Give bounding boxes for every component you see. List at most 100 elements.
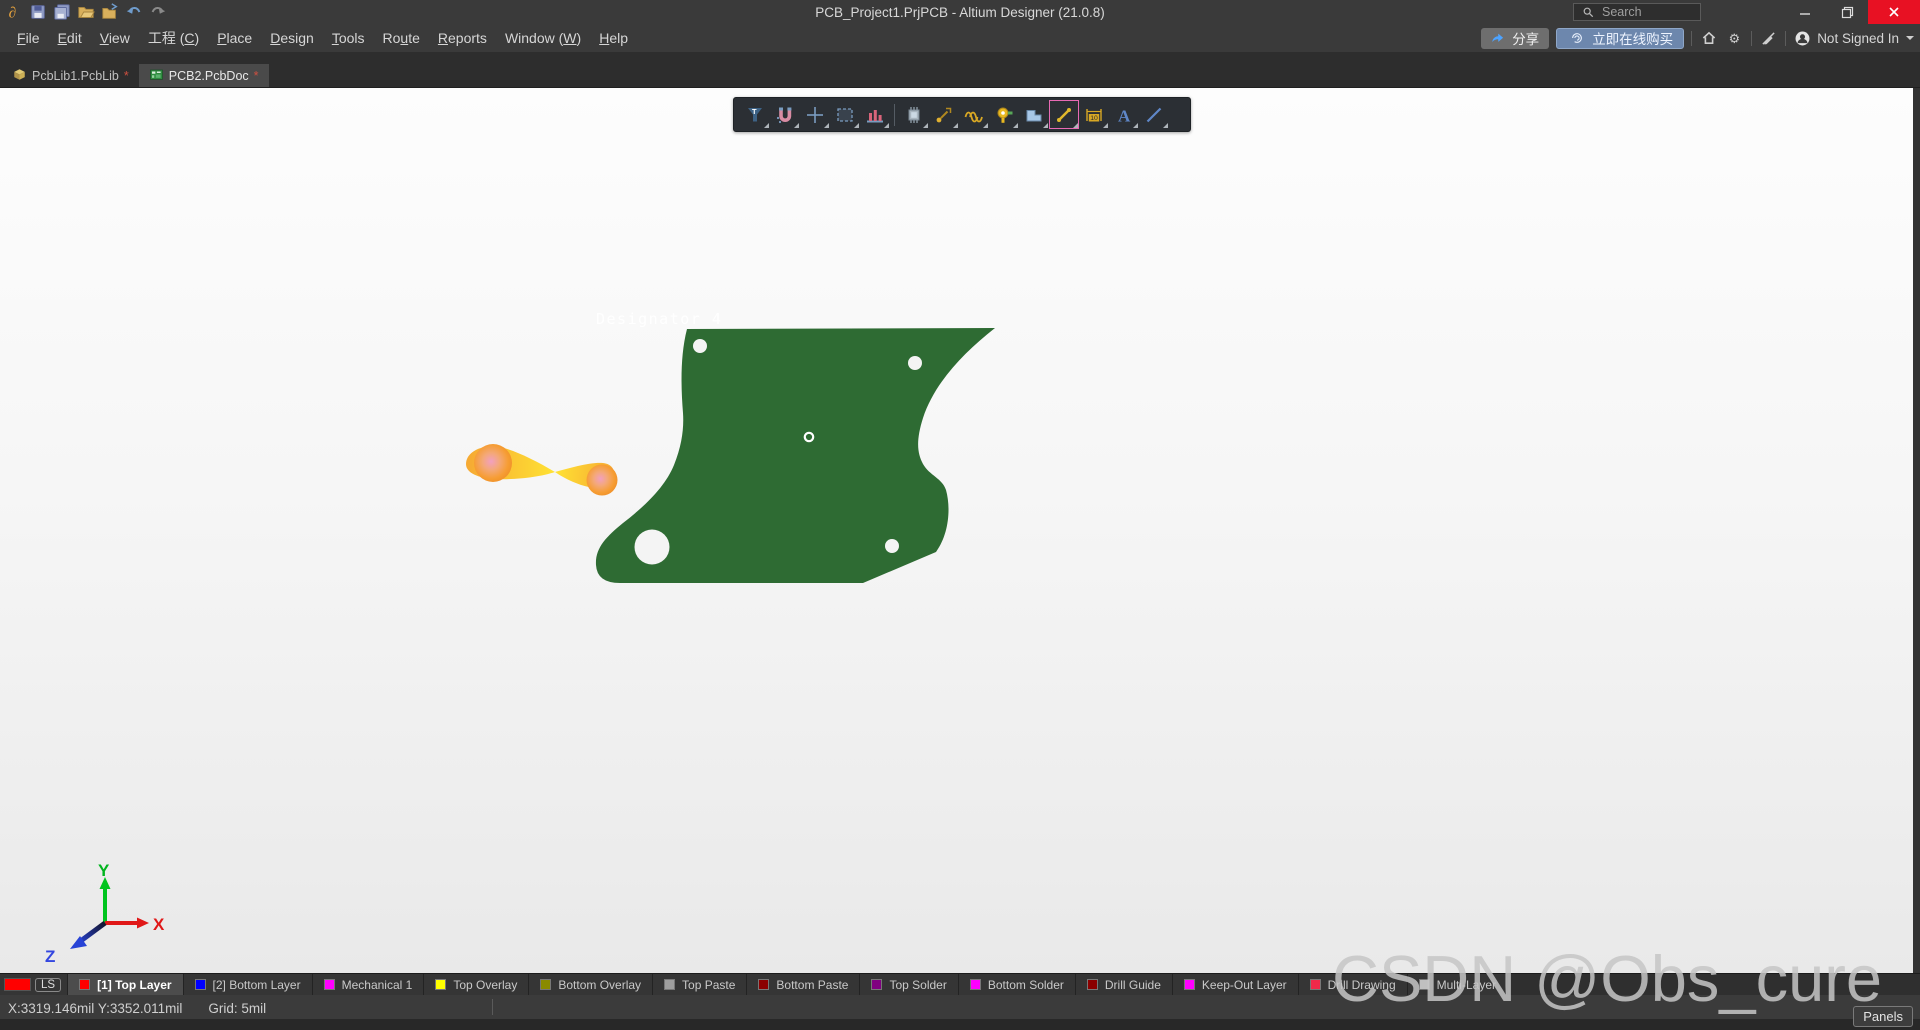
menu-c[interactable]: 工程 (C) [139, 25, 208, 51]
layer-tab-top-solder[interactable]: Top Solder [860, 974, 959, 995]
toolbar-divider [894, 103, 895, 126]
route-tool-button[interactable] [929, 100, 959, 129]
layer-tab--2-bottom-layer[interactable]: [2] Bottom Layer [183, 974, 313, 995]
layer-tab-multi-layer[interactable]: Multi-Layer [1407, 974, 1508, 995]
status-divider [492, 999, 493, 1015]
menu-tools[interactable]: Tools [323, 27, 374, 49]
line-tool-button[interactable] [1139, 100, 1169, 129]
menu-file[interactable]: File [8, 27, 49, 49]
restore-button[interactable] [1826, 0, 1868, 24]
home-icon[interactable] [1699, 29, 1718, 48]
layer-color-swatch [1183, 979, 1195, 990]
layer-tab-drill-drawing[interactable]: Drill Drawing [1298, 974, 1408, 995]
search-box[interactable]: Search [1573, 3, 1701, 21]
move-crosshair-tool-button[interactable] [800, 100, 830, 129]
x-axis-label: X [153, 915, 165, 934]
menu-edit[interactable]: Edit [49, 27, 91, 49]
layer-sets-button[interactable]: LS [35, 977, 62, 992]
buy-online-icon [1567, 29, 1586, 48]
menu-place[interactable]: Place [208, 27, 261, 49]
menu-view[interactable]: View [91, 27, 139, 49]
layer-label: Top Overlay [453, 977, 518, 992]
close-button[interactable] [1868, 0, 1920, 24]
layer-color-swatch [1418, 979, 1430, 990]
mounting-hole [908, 356, 922, 370]
layer-tab-mechanical-1[interactable]: Mechanical 1 [312, 974, 425, 995]
divider [1785, 30, 1787, 46]
svg-text:10: 10 [1090, 115, 1098, 122]
layer-tab-top-paste[interactable]: Top Paste [653, 974, 748, 995]
share-button[interactable]: 分享 [1481, 27, 1550, 49]
document-tab-pcb2.pcbdoc[interactable]: PCB2.PcbDoc * [138, 64, 269, 87]
dropdown-triangle-icon [953, 123, 958, 128]
menu-design[interactable]: Design [261, 27, 323, 49]
layer-tab-bottom-solder[interactable]: Bottom Solder [958, 974, 1076, 995]
dimension-tool-button[interactable]: 10 [1079, 100, 1109, 129]
layer-tab-keep-out-layer[interactable]: Keep-Out Layer [1172, 974, 1299, 995]
tab-label: PCB2.PcbDoc [168, 68, 249, 83]
mounting-hole-large [634, 529, 670, 565]
layer-label: Drill Drawing [1327, 977, 1396, 992]
pcb-library-icon [12, 67, 27, 85]
menu-route[interactable]: Route [374, 27, 429, 49]
gear-icon[interactable]: ⚙ [1725, 29, 1744, 48]
dropdown-triangle-icon [854, 123, 859, 128]
placement-bars-tool-button[interactable] [860, 100, 890, 129]
menu-help[interactable]: Help [590, 27, 637, 49]
z-axis-label: Z [45, 947, 55, 966]
dropdown-triangle-icon [764, 123, 769, 128]
snap-magnet-tool-button[interactable] [770, 100, 800, 129]
layer-tab-drill-guide[interactable]: Drill Guide [1075, 974, 1173, 995]
account-menu[interactable]: Not Signed In [1793, 29, 1914, 48]
layer-sets-control[interactable]: LS [0, 974, 69, 995]
pen-slash-icon[interactable] [1759, 29, 1778, 48]
pcb-document-icon [149, 67, 164, 85]
mounting-hole [693, 339, 707, 353]
minimize-button[interactable] [1784, 0, 1826, 24]
buy-online-button[interactable]: 立即在线购买 [1556, 27, 1685, 49]
svg-text:∂: ∂ [8, 4, 16, 21]
layer-label: Bottom Overlay [558, 977, 642, 992]
layer-color-swatch [664, 979, 676, 990]
divider [1751, 30, 1753, 46]
filter-tool-button[interactable]: T [740, 100, 770, 129]
layer-tab-bottom-overlay[interactable]: Bottom Overlay [529, 974, 654, 995]
document-tab-pcblib1.pcblib[interactable]: PcbLib1.PcbLib * [2, 64, 139, 87]
select-area-tool-button[interactable] [830, 100, 860, 129]
z-axis-arrow [80, 920, 107, 943]
layer-label: Drill Guide [1104, 977, 1161, 992]
layer-label: Top Solder [889, 977, 947, 992]
menu-bar: File Edit View 工程 (C) Place Design Tools Route R… [0, 24, 1920, 52]
layer-label: Multi-Layer [1436, 977, 1496, 992]
differential-pair-tool-button[interactable] [959, 100, 989, 129]
save-icon[interactable] [28, 3, 47, 22]
panels-button[interactable]: Panels [1853, 1006, 1913, 1027]
trace-tool-button[interactable] [1049, 100, 1079, 129]
polygon-pour-tool-button[interactable] [1019, 100, 1049, 129]
undo-icon[interactable] [124, 3, 143, 22]
share-arrow-icon [1488, 29, 1507, 48]
dropdown-triangle-icon [1043, 123, 1048, 128]
via-tool-button[interactable] [989, 100, 1019, 129]
save-all-icon[interactable] [52, 3, 71, 22]
altium-logo-icon[interactable]: ∂ [4, 3, 23, 22]
layer-color-swatch [323, 979, 335, 990]
grid-readout: Grid: 5mil [208, 1000, 267, 1016]
open-document-icon[interactable] [100, 3, 119, 22]
menu-reports[interactable]: Reports [429, 27, 496, 49]
layer-color-swatch [79, 979, 91, 990]
layer-tab-bottom-paste[interactable]: Bottom Paste [747, 974, 861, 995]
component-3d-body[interactable] [466, 444, 618, 496]
open-icon[interactable] [76, 3, 95, 22]
window-controls [1784, 0, 1920, 24]
layer-tab-top-overlay[interactable]: Top Overlay [424, 974, 530, 995]
layer-color-swatch [540, 979, 552, 990]
layer-tab--1-top-layer[interactable]: [1] Top Layer [68, 974, 184, 995]
modified-indicator: * [123, 68, 129, 83]
dropdown-triangle-icon [1133, 123, 1138, 128]
pcb-board-shape[interactable] [595, 328, 995, 583]
component-tool-button[interactable] [899, 100, 929, 129]
redo-icon[interactable] [148, 3, 167, 22]
menu-windoww[interactable]: Window (W) [496, 27, 590, 49]
text-string-tool-button[interactable]: A [1109, 100, 1139, 129]
